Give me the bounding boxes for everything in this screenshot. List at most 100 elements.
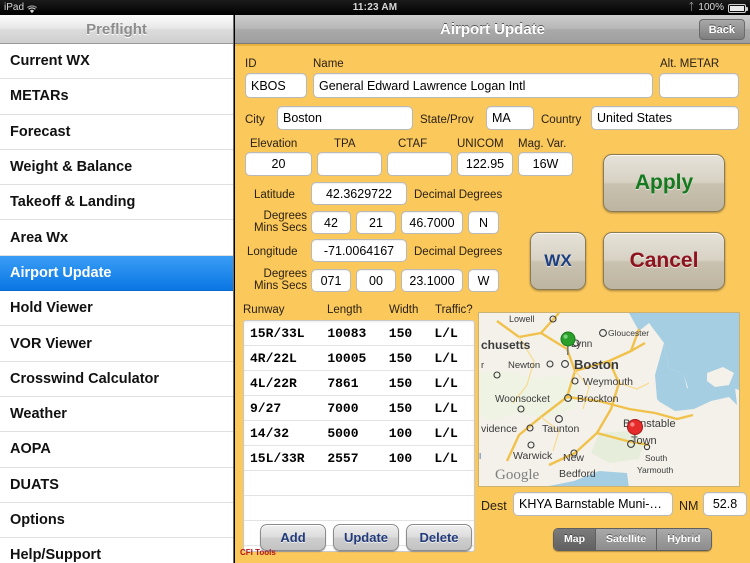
sidebar-item-label: Hold Viewer (10, 300, 93, 317)
ctaf-input[interactable] (387, 152, 452, 176)
map-type-satellite[interactable]: Satellite (596, 529, 658, 550)
width-cell: 100 (388, 425, 413, 441)
wx-button[interactable]: WX (530, 232, 586, 290)
country-input[interactable]: United States (591, 106, 739, 130)
elevation-input[interactable]: 20 (245, 152, 312, 176)
sidebar-item-duats[interactable]: DUATS (0, 468, 233, 503)
sidebar-item-vor-viewer[interactable]: VOR Viewer (0, 326, 233, 362)
state-label: State/Prov (420, 114, 474, 126)
sidebar-item-label: Crosswind Calculator (10, 370, 160, 387)
battery-icon (728, 4, 748, 13)
latitude-input[interactable]: 42.3629722 (311, 182, 407, 205)
sidebar-item-label: Weather (10, 406, 67, 423)
sidebar-item-label: Options (10, 512, 65, 528)
magvar-input[interactable]: 16W (518, 152, 573, 176)
width-cell: 150 (388, 350, 413, 366)
delete-button[interactable]: Delete (406, 524, 472, 551)
sidebar-item-label: Airport Update (10, 264, 112, 281)
id-input[interactable]: KBOS (245, 73, 307, 98)
svg-text:Lowell: Lowell (509, 314, 535, 324)
state-input[interactable]: MA (486, 106, 534, 130)
sidebar-item-area-wx[interactable]: Area Wx (0, 220, 233, 256)
tpa-input[interactable] (317, 152, 382, 176)
map-type-segmented-control[interactable]: Map Satellite Hybrid (553, 528, 712, 551)
table-row[interactable]: 15L/33R 2557 100 L/L (244, 446, 474, 471)
runway-table[interactable]: 15R/33L 10083 150 L/L 4R/22L 10005 150 L… (243, 320, 475, 552)
alt-metar-input[interactable] (659, 73, 739, 98)
runway-cell: 14/32 (250, 425, 290, 441)
id-label: ID (245, 58, 257, 70)
lon-minutes-input[interactable]: 00 (356, 269, 396, 292)
length-cell: 10083 (327, 325, 367, 341)
update-button[interactable]: Update (333, 524, 399, 551)
sidebar-item-current-wx[interactable]: Current WX (0, 44, 233, 80)
lon-hemisphere-input[interactable]: W (468, 269, 499, 292)
sidebar-item-takeoff-landing[interactable]: Takeoff & Landing (0, 185, 233, 221)
width-cell: 150 (388, 400, 413, 416)
sidebar-item-help-support[interactable]: Help/Support (0, 538, 233, 563)
lat-degrees-input[interactable]: 42 (311, 211, 351, 234)
dest-input[interactable]: KHYA Barnstable Muni-… (513, 492, 673, 516)
traffic-cell: L/L (434, 425, 458, 441)
lat-seconds-input[interactable]: 46.7000 (401, 211, 463, 234)
sidebar-item-label: Help/Support (10, 547, 102, 563)
sidebar-item-crosswind-calculator[interactable]: Crosswind Calculator (0, 362, 233, 397)
table-row-empty[interactable] (244, 496, 474, 521)
apply-button[interactable]: Apply (603, 154, 725, 212)
add-button[interactable]: Add (260, 524, 326, 551)
runway-col-header: Runway (243, 304, 285, 316)
unicom-input[interactable]: 122.95 (457, 152, 513, 176)
sidebar-item-aopa[interactable]: AOPA (0, 432, 233, 468)
runway-cell: 15L/33R (250, 450, 305, 466)
sidebar-menu: Current WX METARs Forecast Weight & Bala… (0, 44, 233, 563)
name-input[interactable]: General Edward Lawrence Logan Intl (313, 73, 653, 98)
svg-text:Woonsocket: Woonsocket (495, 394, 550, 405)
back-button[interactable]: Back (698, 19, 745, 40)
svg-text:Brockton: Brockton (577, 393, 619, 405)
location-map[interactable]: Lowell Gloucester chusetts Lynn Boston N… (478, 312, 740, 487)
sidebar-item-weather[interactable]: Weather (0, 397, 233, 433)
status-bar: iPad 11:23 AM ᛏ 100% (0, 0, 750, 15)
sidebar-item-label: VOR Viewer (10, 335, 92, 352)
lat-hemisphere-input[interactable]: N (468, 211, 499, 234)
clock: 11:23 AM (352, 2, 398, 13)
lon-degrees-input[interactable]: 071 (311, 269, 351, 292)
map-type-hybrid[interactable]: Hybrid (657, 529, 711, 550)
ipad-app-window: iPad 11:23 AM ᛏ 100% Preflight Current W… (0, 0, 750, 563)
table-row-empty[interactable] (244, 471, 474, 496)
sidebar-item-label: AOPA (10, 441, 51, 458)
table-row[interactable]: 14/32 5000 100 L/L (244, 421, 474, 446)
cancel-button[interactable]: Cancel (603, 232, 725, 290)
sidebar-item-label: Forecast (10, 123, 71, 140)
traffic-col-header: Traffic? (435, 304, 473, 316)
length-cell: 2557 (327, 450, 359, 466)
map-type-map[interactable]: Map (554, 529, 596, 550)
sidebar-item-airport-update[interactable]: Airport Update (0, 255, 233, 292)
sidebar-item-options[interactable]: Options (0, 503, 233, 539)
sidebar-item-metars[interactable]: METARs (0, 79, 233, 115)
table-row[interactable]: 9/27 7000 150 L/L (244, 396, 474, 421)
length-cell: 7861 (327, 375, 359, 391)
sidebar-item-label: Weight & Balance (10, 159, 133, 176)
sidebar-item-label: Takeoff & Landing (10, 194, 136, 211)
latitude-units-label: Decimal Degrees (414, 189, 503, 201)
airport-update-panel: ID Name Alt. METAR KBOS General Edward L… (235, 44, 750, 563)
sidebar: Preflight Current WX METARs Forecast Wei… (0, 15, 234, 563)
name-label: Name (313, 58, 344, 70)
table-row[interactable]: 4R/22L 10005 150 L/L (244, 346, 474, 371)
svg-text:Gloucester: Gloucester (608, 328, 649, 338)
lat-dms-label: Degrees Mins Secs (253, 210, 307, 234)
sidebar-header: Preflight (0, 15, 233, 44)
sidebar-item-forecast[interactable]: Forecast (0, 115, 233, 150)
svg-text:Google: Google (495, 467, 540, 483)
traffic-cell: L/L (434, 375, 458, 391)
longitude-input[interactable]: -71.0064167 (311, 239, 407, 262)
city-input[interactable]: Boston (277, 106, 413, 130)
sidebar-item-hold-viewer[interactable]: Hold Viewer (0, 291, 233, 327)
lat-minutes-input[interactable]: 21 (356, 211, 396, 234)
table-row[interactable]: 15R/33L 10083 150 L/L (244, 321, 474, 346)
lon-seconds-input[interactable]: 23.1000 (401, 269, 463, 292)
table-row[interactable]: 4L/22R 7861 150 L/L (244, 371, 474, 396)
svg-text:vidence: vidence (481, 423, 517, 435)
sidebar-item-weight-balance[interactable]: Weight & Balance (0, 150, 233, 186)
